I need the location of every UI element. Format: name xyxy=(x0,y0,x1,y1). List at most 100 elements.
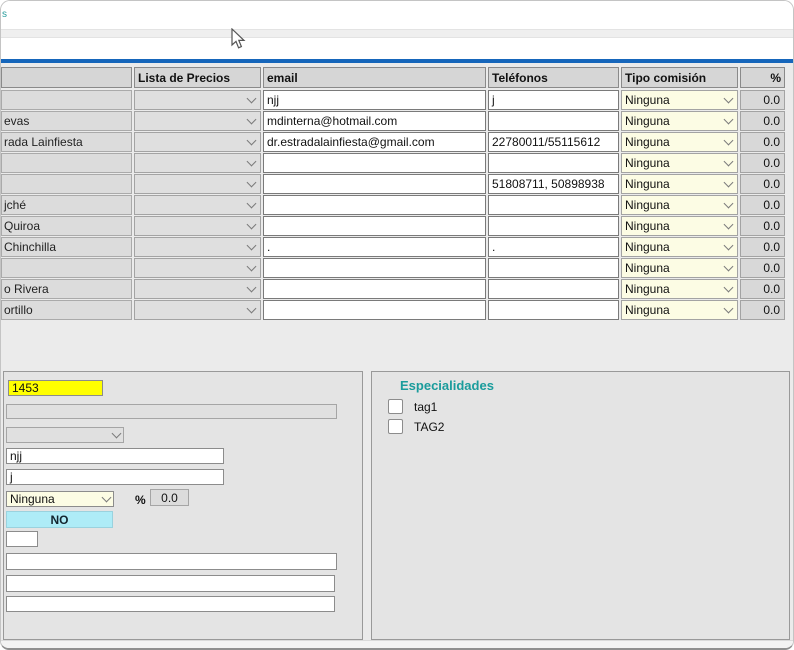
chevron-down-icon xyxy=(247,94,257,104)
grid-name-cell: jché xyxy=(1,195,132,215)
grid-percent-cell: 0.0 xyxy=(740,195,785,215)
grid-phones-input[interactable]: . xyxy=(488,237,619,257)
specialty-row: tag1 xyxy=(388,399,437,414)
grid-email-input[interactable]: . xyxy=(263,237,486,257)
chevron-down-icon xyxy=(247,283,257,293)
contacts-grid: Lista de Precios email Teléfonos Tipo co… xyxy=(1,67,787,320)
grid-email-input[interactable] xyxy=(263,195,486,215)
address-line2-field[interactable] xyxy=(6,575,335,592)
grid-phones-input[interactable] xyxy=(488,279,619,299)
grid-commission-value: Ninguna xyxy=(625,156,670,170)
name-field-disabled xyxy=(6,404,337,419)
grid-percent-cell: 0.0 xyxy=(740,279,785,299)
small-field[interactable] xyxy=(6,531,38,547)
chevron-down-icon xyxy=(247,241,257,251)
chevron-down-icon xyxy=(724,283,734,293)
grid-percent-cell: 0.0 xyxy=(740,237,785,257)
email-field[interactable]: njj xyxy=(6,448,224,464)
phone-field[interactable]: j xyxy=(6,469,224,485)
grid-email-input[interactable] xyxy=(263,279,486,299)
grid-percent-cell: 0.0 xyxy=(740,153,785,173)
commission-type-dropdown[interactable]: Ninguna xyxy=(6,491,114,507)
toolbar-band xyxy=(1,29,793,38)
grid-email-input[interactable]: dr.estradalainfiesta@gmail.com xyxy=(263,132,486,152)
grid-phones-input[interactable] xyxy=(488,111,619,131)
grid-name-cell xyxy=(1,258,132,278)
grid-email-input[interactable]: njj xyxy=(263,90,486,110)
grid-price-list-combo[interactable] xyxy=(134,153,261,173)
grid-price-list-combo[interactable] xyxy=(134,258,261,278)
grid-price-list-combo[interactable] xyxy=(134,111,261,131)
grid-percent-cell: 0.0 xyxy=(740,258,785,278)
address-line3-field[interactable] xyxy=(6,596,335,612)
grid-commission-combo[interactable]: Ninguna xyxy=(621,111,738,131)
grid-commission-combo[interactable]: Ninguna xyxy=(621,258,738,278)
content-area: Lista de Precios email Teléfonos Tipo co… xyxy=(1,63,793,640)
grid-commission-combo[interactable]: Ninguna xyxy=(621,174,738,194)
grid-phones-input[interactable] xyxy=(488,195,619,215)
chevron-down-icon xyxy=(247,115,257,125)
grid-commission-combo[interactable]: Ninguna xyxy=(621,132,738,152)
grid-commission-combo[interactable]: Ninguna xyxy=(621,153,738,173)
grid-name-cell: ortillo xyxy=(1,300,132,320)
grid-name-cell: rada Lainfiesta xyxy=(1,132,132,152)
grid-commission-value: Ninguna xyxy=(625,240,670,254)
grid-percent-cell: 0.0 xyxy=(740,174,785,194)
grid-price-list-combo[interactable] xyxy=(134,300,261,320)
grid-name-cell: Chinchilla xyxy=(1,237,132,257)
col-header-email: email xyxy=(263,67,486,88)
grid-commission-combo[interactable]: Ninguna xyxy=(621,195,738,215)
grid-commission-combo[interactable]: Ninguna xyxy=(621,279,738,299)
code-field[interactable]: 1453 xyxy=(8,380,103,396)
flag-toggle[interactable]: NO xyxy=(6,511,113,528)
grid-commission-combo[interactable]: Ninguna xyxy=(621,216,738,236)
grid-email-input[interactable] xyxy=(263,258,486,278)
chevron-down-icon xyxy=(112,429,122,439)
grid-email-input[interactable] xyxy=(263,174,486,194)
specialty-row: TAG2 xyxy=(388,419,444,434)
commission-type-value: Ninguna xyxy=(10,492,55,506)
address-line1-field[interactable] xyxy=(6,553,337,570)
grid-email-input[interactable]: mdinterna@hotmail.com xyxy=(263,111,486,131)
grid-phones-input[interactable]: 22780011/55115612 xyxy=(488,132,619,152)
grid-phones-input[interactable] xyxy=(488,300,619,320)
chevron-down-icon xyxy=(724,178,734,188)
chevron-down-icon xyxy=(102,493,112,503)
chevron-down-icon xyxy=(724,136,734,146)
grid-commission-value: Ninguna xyxy=(625,177,670,191)
truncated-title-text: s xyxy=(2,9,7,20)
chevron-down-icon xyxy=(247,199,257,209)
price-list-dropdown[interactable] xyxy=(6,427,124,443)
grid-price-list-combo[interactable] xyxy=(134,195,261,215)
grid-phones-input[interactable] xyxy=(488,153,619,173)
detail-form-panel: 1453 njj j Ninguna % 0.0 NO xyxy=(3,371,363,640)
col-header-price-list: Lista de Precios xyxy=(134,67,261,88)
chevron-down-icon xyxy=(724,199,734,209)
grid-price-list-combo[interactable] xyxy=(134,237,261,257)
grid-phones-input[interactable]: j xyxy=(488,90,619,110)
grid-price-list-combo[interactable] xyxy=(134,279,261,299)
chevron-down-icon xyxy=(247,136,257,146)
grid-price-list-combo[interactable] xyxy=(134,90,261,110)
grid-percent-cell: 0.0 xyxy=(740,216,785,236)
grid-price-list-combo[interactable] xyxy=(134,174,261,194)
grid-commission-combo[interactable]: Ninguna xyxy=(621,300,738,320)
specialty-checkbox[interactable] xyxy=(388,419,403,434)
specialty-checkbox[interactable] xyxy=(388,399,403,414)
grid-name-cell: o Rivera xyxy=(1,279,132,299)
specialties-panel: Especialidades tag1 TAG2 xyxy=(371,371,790,640)
grid-phones-input[interactable] xyxy=(488,216,619,236)
grid-phones-input[interactable]: 51808711, 50898938 xyxy=(488,174,619,194)
chevron-down-icon xyxy=(724,304,734,314)
grid-phones-input[interactable] xyxy=(488,258,619,278)
grid-price-list-combo[interactable] xyxy=(134,216,261,236)
grid-commission-combo[interactable]: Ninguna xyxy=(621,90,738,110)
grid-commission-value: Ninguna xyxy=(625,219,670,233)
chevron-down-icon xyxy=(247,220,257,230)
grid-email-input[interactable] xyxy=(263,153,486,173)
grid-email-input[interactable] xyxy=(263,216,486,236)
chevron-down-icon xyxy=(724,220,734,230)
grid-commission-combo[interactable]: Ninguna xyxy=(621,237,738,257)
grid-price-list-combo[interactable] xyxy=(134,132,261,152)
grid-email-input[interactable] xyxy=(263,300,486,320)
